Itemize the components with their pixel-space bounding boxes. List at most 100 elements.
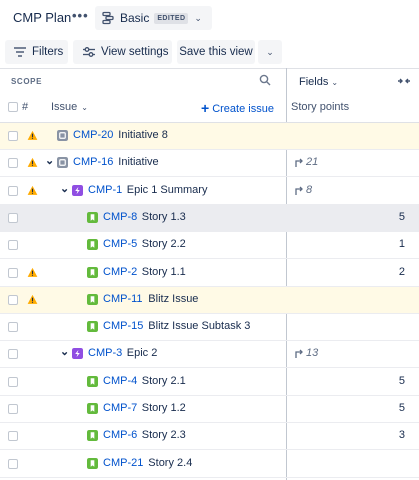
issue-key-link[interactable]: CMP-11 bbox=[103, 293, 143, 305]
issue-summary[interactable]: Initiative bbox=[118, 156, 158, 168]
rollup-arrow-icon bbox=[295, 158, 303, 168]
row-checkbox[interactable] bbox=[8, 458, 18, 469]
warning-icon[interactable] bbox=[27, 185, 38, 196]
column-header-issue[interactable]: Issue ⌄ bbox=[51, 101, 88, 113]
table-row[interactable]: CMP-11 Blitz Issue bbox=[0, 286, 419, 314]
issue-key-link[interactable]: CMP-20 bbox=[73, 129, 113, 141]
row-checkbox[interactable] bbox=[8, 185, 18, 196]
table-row[interactable]: CMP-7 Story 1.2 5 bbox=[0, 396, 419, 423]
collapse-columns-icon[interactable] bbox=[397, 75, 411, 87]
issue-key-link[interactable]: CMP-8 bbox=[103, 211, 137, 223]
issue-key-link[interactable]: CMP-5 bbox=[103, 238, 137, 250]
story-points-value[interactable]: 1 bbox=[399, 238, 405, 250]
row-checkbox[interactable] bbox=[8, 431, 18, 442]
warning-icon[interactable] bbox=[27, 267, 38, 278]
issue-summary[interactable]: Blitz Issue Subtask 3 bbox=[148, 320, 250, 332]
create-issue-label: Create issue bbox=[212, 103, 274, 115]
table-row[interactable]: CMP-21 Story 2.4 bbox=[0, 451, 419, 478]
edited-badge: EDITED bbox=[154, 12, 189, 24]
issue-summary[interactable]: Story 2.2 bbox=[142, 238, 186, 250]
chevron-down-icon: ⌄ bbox=[331, 78, 339, 87]
chevron-down-icon: ⌄ bbox=[194, 12, 202, 23]
row-checkbox[interactable] bbox=[8, 294, 18, 305]
table-row[interactable]: ⌄ CMP-3 Epic 2 13 bbox=[0, 341, 419, 369]
table-row[interactable]: ⌄ CMP-16 Initiative 21 bbox=[0, 150, 419, 178]
issue-summary[interactable]: Story 2.4 bbox=[148, 457, 192, 469]
table-row[interactable]: CMP-8 Story 1.3 5 bbox=[0, 204, 419, 232]
table-row[interactable]: CMP-6 Story 2.3 3 bbox=[0, 423, 419, 451]
issue-summary[interactable]: Story 1.1 bbox=[142, 266, 186, 278]
initiative-type-icon bbox=[57, 157, 68, 169]
filters-label: Filters bbox=[32, 46, 64, 58]
row-checkbox[interactable] bbox=[8, 212, 18, 223]
story-points-value[interactable]: 5 bbox=[399, 211, 405, 223]
initiative-type-icon bbox=[57, 130, 68, 141]
more-actions-button[interactable]: ••• bbox=[72, 8, 89, 23]
story-points-rollup: 8 bbox=[294, 184, 312, 196]
issue-summary[interactable]: Epic 2 bbox=[127, 347, 158, 359]
story-points-rollup: 21 bbox=[294, 156, 318, 168]
save-view-options-button[interactable]: ⌄ bbox=[258, 40, 282, 64]
issue-summary[interactable]: Blitz Issue bbox=[148, 293, 198, 305]
issue-summary[interactable]: Story 1.3 bbox=[142, 211, 186, 223]
column-header-hash: # bbox=[22, 101, 29, 113]
issue-header-label: Issue bbox=[51, 101, 78, 113]
row-checkbox[interactable] bbox=[8, 349, 18, 360]
issue-summary[interactable]: Story 2.3 bbox=[142, 429, 186, 441]
issue-summary[interactable]: Story 2.1 bbox=[142, 375, 186, 387]
row-checkbox[interactable] bbox=[8, 240, 18, 251]
table-row[interactable]: CMP-5 Story 2.2 1 bbox=[0, 232, 419, 260]
story-points-value[interactable]: 3 bbox=[399, 429, 405, 441]
story-type-icon bbox=[87, 403, 98, 414]
expand-chevron-icon[interactable]: ⌄ bbox=[45, 154, 54, 167]
table-row[interactable]: ⌄ CMP-1 Epic 1 Summary 8 bbox=[0, 178, 419, 205]
toolbar: Filters View settings Save this view ⌄ bbox=[0, 40, 419, 64]
story-type-icon bbox=[87, 293, 98, 305]
issue-key-link[interactable]: CMP-21 bbox=[103, 457, 143, 469]
expand-chevron-icon[interactable]: ⌄ bbox=[60, 345, 69, 358]
issue-key-link[interactable]: CMP-3 bbox=[88, 347, 122, 359]
table-row[interactable]: CMP-2 Story 1.1 2 bbox=[0, 260, 419, 287]
row-checkbox[interactable] bbox=[8, 322, 18, 333]
issue-key-link[interactable]: CMP-4 bbox=[103, 375, 137, 387]
row-checkbox[interactable] bbox=[8, 376, 18, 387]
table-row[interactable]: CMP-15 Blitz Issue Subtask 3 bbox=[0, 314, 419, 342]
save-view-button[interactable]: Save this view bbox=[177, 40, 255, 64]
view-icon bbox=[102, 11, 114, 25]
fields-dropdown[interactable]: Fields ⌄ bbox=[299, 76, 338, 88]
save-view-label: Save this view bbox=[179, 46, 253, 58]
issue-summary[interactable]: Epic 1 Summary bbox=[127, 184, 208, 196]
story-points-value[interactable]: 5 bbox=[399, 402, 405, 414]
column-header-story-points: Story points bbox=[291, 101, 350, 113]
table-row[interactable]: CMP-4 Story 2.1 5 bbox=[0, 369, 419, 396]
issue-key-link[interactable]: CMP-6 bbox=[103, 429, 137, 441]
row-checkbox[interactable] bbox=[8, 131, 18, 141]
issue-key-link[interactable]: CMP-15 bbox=[103, 320, 143, 332]
story-points-value[interactable]: 2 bbox=[399, 266, 405, 278]
expand-chevron-icon[interactable]: ⌄ bbox=[60, 182, 69, 195]
row-checkbox[interactable] bbox=[8, 158, 18, 169]
issue-summary[interactable]: Story 1.2 bbox=[142, 402, 186, 414]
select-all-checkbox[interactable] bbox=[8, 102, 18, 112]
search-icon[interactable] bbox=[259, 74, 271, 86]
warning-icon[interactable] bbox=[27, 130, 38, 141]
warning-icon[interactable] bbox=[27, 157, 38, 168]
issue-summary[interactable]: Initiative 8 bbox=[118, 129, 168, 141]
row-checkbox[interactable] bbox=[8, 404, 18, 414]
story-type-icon bbox=[87, 211, 98, 223]
story-points-value[interactable]: 5 bbox=[399, 375, 405, 387]
issue-key-link[interactable]: CMP-1 bbox=[88, 184, 122, 196]
create-issue-button[interactable]: + Create issue bbox=[201, 100, 274, 116]
filters-button[interactable]: Filters bbox=[5, 40, 68, 64]
warning-icon[interactable] bbox=[27, 294, 38, 305]
issue-key-link[interactable]: CMP-2 bbox=[103, 266, 137, 278]
table-row[interactable]: CMP-20 Initiative 8 bbox=[0, 123, 419, 150]
sliders-icon bbox=[83, 47, 95, 57]
chevron-down-icon: ⌄ bbox=[266, 46, 274, 57]
issue-key-link[interactable]: CMP-7 bbox=[103, 402, 137, 414]
row-checkbox[interactable] bbox=[8, 267, 18, 278]
view-settings-button[interactable]: View settings bbox=[73, 40, 172, 64]
issue-key-link[interactable]: CMP-16 bbox=[73, 156, 113, 168]
rollup-arrow-icon bbox=[295, 349, 303, 359]
view-picker[interactable]: Basic EDITED ⌄ bbox=[95, 6, 212, 30]
